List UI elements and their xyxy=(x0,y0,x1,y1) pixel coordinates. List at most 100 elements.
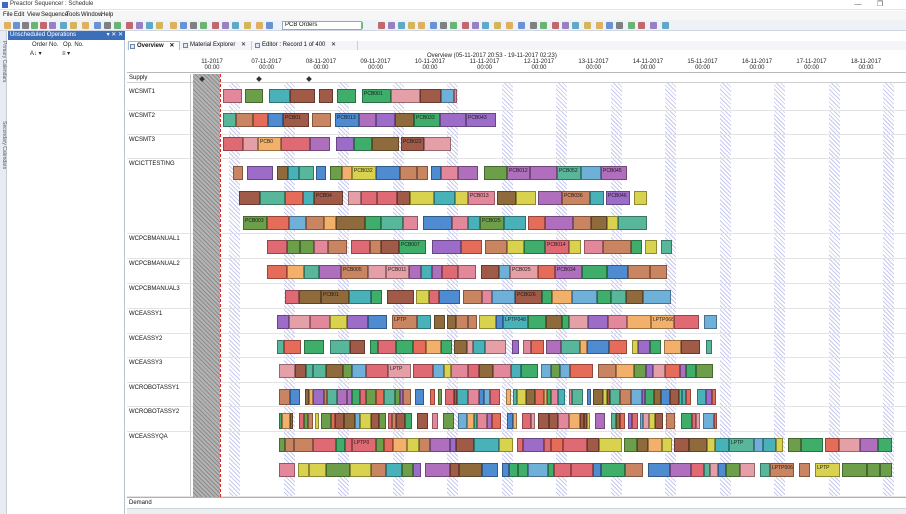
resource-label[interactable]: WCSMT3 xyxy=(129,137,155,143)
operation-bar[interactable] xyxy=(650,340,661,354)
operation-bar[interactable] xyxy=(393,438,407,452)
operation-bar[interactable] xyxy=(433,364,444,378)
operation-bar[interactable] xyxy=(395,113,414,127)
operation-bar[interactable]: PCB001 xyxy=(362,89,391,103)
operation-bar[interactable] xyxy=(441,89,454,103)
operation-bar[interactable] xyxy=(430,389,435,405)
operation-bar[interactable] xyxy=(417,413,428,429)
operation-bar[interactable] xyxy=(558,389,565,405)
redo-icon[interactable] xyxy=(638,22,645,29)
operation-bar[interactable]: PCB025 xyxy=(510,265,538,279)
operation-bar[interactable] xyxy=(366,364,388,378)
column-order-no[interactable]: Order No. xyxy=(32,42,58,48)
operation-bar[interactable]: PCB014 xyxy=(545,240,569,254)
operation-bar[interactable] xyxy=(611,290,626,304)
operation-bar[interactable] xyxy=(421,265,432,279)
redo-icon[interactable] xyxy=(40,22,47,29)
operation-bar[interactable] xyxy=(502,463,509,477)
operation-bar[interactable] xyxy=(245,89,263,103)
operation-bar[interactable] xyxy=(441,340,452,354)
operation-bar[interactable] xyxy=(253,113,268,127)
operation-bar[interactable] xyxy=(370,340,378,354)
operation-bar[interactable] xyxy=(538,413,549,429)
operation-bar[interactable] xyxy=(309,463,326,477)
operation-bar[interactable] xyxy=(582,265,607,279)
operation-bar[interactable] xyxy=(432,413,438,429)
order-filter-select[interactable]: PCB Orders xyxy=(282,21,362,30)
operation-bar[interactable] xyxy=(587,340,609,354)
side-tab-secondary-calendars[interactable]: Secondary Calendars xyxy=(0,121,7,169)
operation-bar[interactable] xyxy=(413,364,433,378)
side-tab-primary-calendars[interactable]: Primary Calendars xyxy=(0,41,7,82)
operation-bar[interactable] xyxy=(288,166,299,180)
panel-close-icon[interactable]: ▾ ✕ ✕ xyxy=(107,31,123,40)
operation-bar[interactable] xyxy=(707,438,715,452)
operation-bar[interactable] xyxy=(468,216,480,230)
menu-sequence[interactable]: Sequence xyxy=(41,12,68,18)
redo-icon[interactable] xyxy=(378,22,385,29)
operation-bar[interactable] xyxy=(268,113,283,127)
operation-bar[interactable] xyxy=(348,191,361,205)
operation-bar[interactable] xyxy=(528,463,548,477)
operation-bar[interactable] xyxy=(513,413,517,429)
operation-bar[interactable] xyxy=(645,389,654,405)
operation-bar[interactable] xyxy=(545,216,573,230)
operation-bar[interactable] xyxy=(485,240,507,254)
operation-bar[interactable] xyxy=(860,438,878,452)
operation-bar[interactable] xyxy=(396,340,413,354)
operation-bar[interactable] xyxy=(391,89,420,103)
filter-icon[interactable]: ≡ ▾ xyxy=(62,50,70,57)
grid-icon[interactable] xyxy=(49,22,56,29)
operation-bar[interactable] xyxy=(290,413,293,429)
operation-bar[interactable] xyxy=(458,265,476,279)
operation-bar[interactable] xyxy=(573,216,591,230)
operation-bar[interactable] xyxy=(463,290,482,304)
operation-bar[interactable] xyxy=(601,463,625,477)
operation-bar[interactable] xyxy=(459,463,482,477)
operation-bar[interactable] xyxy=(481,265,499,279)
operation-bar[interactable] xyxy=(417,166,428,180)
operation-bar[interactable] xyxy=(450,463,459,477)
sequence-icon[interactable] xyxy=(562,22,569,29)
operation-bar[interactable] xyxy=(763,438,776,452)
filter-icon[interactable] xyxy=(190,22,197,29)
operation-bar[interactable] xyxy=(696,364,713,378)
operation-bar[interactable] xyxy=(706,340,712,354)
operation-bar[interactable] xyxy=(327,389,337,405)
operation-bar[interactable] xyxy=(509,463,518,477)
operation-bar[interactable] xyxy=(603,240,631,254)
operation-bar[interactable] xyxy=(376,438,384,452)
operation-bar[interactable] xyxy=(370,240,381,254)
chart-icon[interactable] xyxy=(82,22,89,29)
operation-bar[interactable] xyxy=(511,364,521,378)
operation-bar[interactable] xyxy=(413,463,421,477)
operation-bar[interactable] xyxy=(599,438,622,452)
gantt-chart[interactable]: Overview (05-11-2017 20:53 - 19-11-2017 … xyxy=(127,51,906,514)
operation-bar[interactable] xyxy=(403,216,418,230)
operation-bar[interactable] xyxy=(223,89,242,103)
operation-bar[interactable] xyxy=(598,364,616,378)
open-icon[interactable] xyxy=(256,22,263,29)
resource-label[interactable]: WCROBOTASSY1 xyxy=(129,385,179,391)
operation-bar[interactable] xyxy=(584,240,603,254)
undo-icon[interactable] xyxy=(156,22,163,29)
operation-bar[interactable] xyxy=(400,166,417,180)
operation-bar[interactable] xyxy=(620,413,625,429)
operation-bar[interactable] xyxy=(440,113,466,127)
operation-bar[interactable] xyxy=(627,315,651,329)
open-icon[interactable] xyxy=(4,22,11,29)
operation-bar[interactable] xyxy=(569,315,588,329)
operation-bar[interactable] xyxy=(319,265,341,279)
operation-bar[interactable] xyxy=(681,413,692,429)
operation-bar[interactable] xyxy=(593,463,601,477)
operation-bar[interactable]: PCB032 xyxy=(352,166,376,180)
operation-bar[interactable] xyxy=(492,413,501,429)
operation-bar[interactable] xyxy=(377,191,397,205)
operation-bar[interactable] xyxy=(426,340,441,354)
column-op-no[interactable]: Op. No. xyxy=(63,42,84,48)
resource-label[interactable]: WCEASSY3 xyxy=(129,360,162,366)
operation-bar[interactable] xyxy=(587,413,590,429)
operation-bar[interactable] xyxy=(306,216,324,230)
operation-bar[interactable] xyxy=(456,438,474,452)
operation-bar[interactable] xyxy=(269,89,290,103)
